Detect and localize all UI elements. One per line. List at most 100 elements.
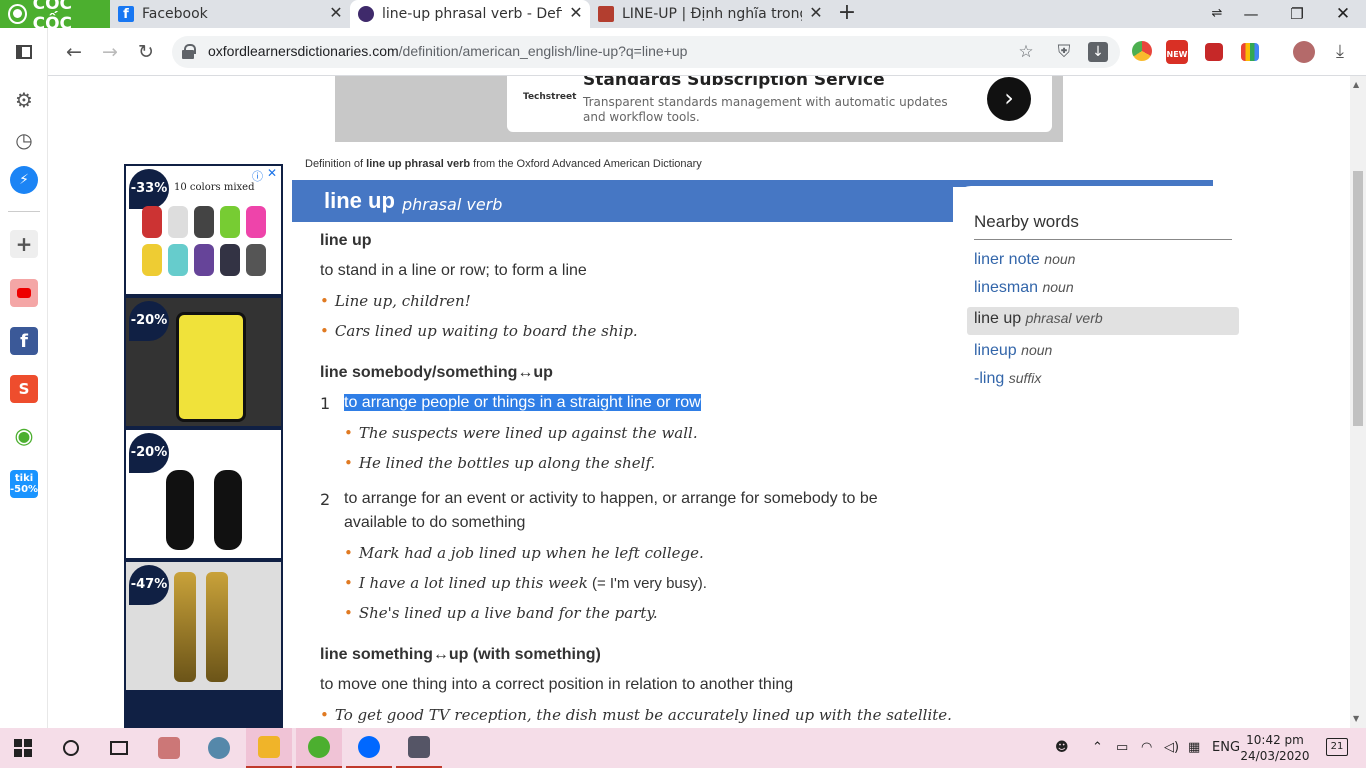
part-of-speech: phrasal verb	[402, 195, 503, 214]
zalo-icon	[358, 736, 380, 758]
divider	[974, 239, 1232, 240]
scroll-down-icon[interactable]: ▼	[1353, 714, 1359, 723]
top-banner-ad[interactable]: Techstreet Standards Subscription Servic…	[335, 76, 1063, 142]
app-icon	[408, 736, 430, 758]
back-button[interactable]: ←	[62, 40, 86, 64]
people-icon[interactable]: ☻	[1055, 740, 1069, 755]
wifi-icon[interactable]: ◠	[1141, 740, 1152, 755]
sense-heading: line up	[320, 232, 372, 249]
discount-badge: -20%	[129, 301, 169, 341]
keyboard-icon[interactable]: ▦	[1188, 740, 1200, 755]
ad-close-icon[interactable]: ✕	[267, 166, 277, 180]
task-view-button[interactable]	[96, 728, 142, 768]
nearby-word-current[interactable]: line up phrasal verb	[974, 310, 1103, 328]
battery-icon[interactable]: ▭	[1116, 740, 1128, 755]
taskbar-app-2[interactable]	[196, 728, 242, 768]
clock-time: 10:42 pm	[1246, 733, 1304, 747]
definition: to move one thing into a correct positio…	[320, 676, 794, 693]
windows-logo-icon	[14, 739, 32, 757]
restore-button[interactable]: ❐	[1274, 0, 1320, 28]
youtube-icon[interactable]	[10, 279, 38, 307]
bookmark-star-icon[interactable]: ☆	[1016, 42, 1036, 62]
page-scrollbar[interactable]: ▲ ▼	[1350, 76, 1366, 728]
settings-gear-icon[interactable]: ⚙	[10, 86, 38, 114]
start-button[interactable]	[0, 728, 46, 768]
new-extension-icon[interactable]: NEW	[1166, 40, 1188, 64]
address-bar[interactable]: oxfordlearnersdictionaries.com/definitio…	[172, 36, 1120, 68]
notification-center-icon[interactable]: 21	[1326, 738, 1348, 756]
lock-icon	[182, 44, 196, 59]
nearby-word-link[interactable]: liner note noun	[974, 251, 1075, 269]
product-image	[214, 470, 242, 550]
coccoc-logo-icon	[8, 4, 27, 24]
file-explorer-button[interactable]	[246, 728, 292, 768]
profile-avatar[interactable]	[1293, 41, 1315, 63]
language-indicator[interactable]: ENG	[1212, 740, 1240, 755]
ad-info-icon[interactable]: ⓘ	[252, 168, 263, 184]
ad-product-rca-connectors[interactable]: -47%	[126, 562, 281, 690]
system-clock[interactable]: 10:42 pm 24/03/2020	[1240, 732, 1310, 764]
chrome-extension-icon[interactable]	[1132, 41, 1152, 61]
taskbar-app-1[interactable]	[146, 728, 192, 768]
banner-title: Standards Subscription Service	[583, 76, 885, 90]
facebook-sidebar-icon[interactable]: f	[10, 327, 38, 355]
scroll-thumb[interactable]	[1353, 171, 1363, 426]
close-tab-icon[interactable]: ✕	[568, 5, 584, 21]
navigation-bar: ← → ↻ oxfordlearnersdictionaries.com/def…	[0, 28, 1366, 76]
tab-oxford[interactable]: line-up phrasal verb - Definiti ✕	[350, 0, 590, 28]
banner-description: Transparent standards management with au…	[583, 95, 948, 124]
url-text[interactable]: oxfordlearnersdictionaries.com/definitio…	[208, 43, 687, 59]
tiki-icon[interactable]: tiki -50%	[10, 470, 38, 498]
discount-badge: -20%	[129, 433, 169, 473]
scroll-up-icon[interactable]: ▲	[1353, 80, 1359, 89]
shopee-icon[interactable]: S	[10, 375, 38, 403]
chevron-up-icon[interactable]: ⌃	[1092, 740, 1103, 755]
ad-product-screen-protector[interactable]: -20%	[126, 298, 281, 426]
ad-product-earbud-covers[interactable]: -33% 10 colors mixed ⓘ ✕	[126, 166, 281, 294]
minimize-button[interactable]: —	[1228, 0, 1274, 28]
tab-facebook[interactable]: f Facebook ✕	[110, 0, 350, 28]
coccoc-menu-button[interactable]: CỐC CỐC	[0, 0, 110, 34]
zalo-button[interactable]	[346, 728, 392, 768]
example: • The suspects were lined up against the …	[344, 424, 698, 442]
side-ad[interactable]: -33% 10 colors mixed ⓘ ✕ -20% -20% -47%	[124, 164, 283, 728]
close-tab-icon[interactable]: ✕	[328, 5, 344, 21]
volume-icon[interactable]: ◁)	[1164, 740, 1179, 755]
new-tab-button[interactable]: +	[836, 2, 858, 26]
downloads-icon[interactable]: ⤓	[1328, 40, 1352, 64]
close-window-button[interactable]: ✕	[1320, 0, 1366, 28]
history-icon[interactable]: ◷	[10, 126, 38, 154]
shield-icon[interactable]: ⛨	[1054, 42, 1074, 62]
sidebar-toggle[interactable]	[0, 28, 48, 76]
folder-icon	[258, 736, 280, 758]
banner-card[interactable]: Techstreet Standards Subscription Servic…	[507, 76, 1052, 132]
coccoc-sidebar-icon[interactable]: ◉	[10, 422, 38, 450]
definition-source: Definition of line up phrasal verb from …	[305, 158, 702, 170]
search-button[interactable]	[48, 728, 94, 768]
add-app-icon[interactable]: +	[10, 230, 38, 258]
nearby-word-link[interactable]: lineup noun	[974, 342, 1052, 360]
tab-bar: CỐC CỐC f Facebook ✕ line-up phrasal ver…	[0, 0, 1366, 34]
selected-text[interactable]: to arrange people or things in a straigh…	[344, 394, 701, 411]
forward-button[interactable]: →	[98, 40, 122, 64]
web-page: Techstreet Standards Subscription Servic…	[48, 76, 1350, 728]
download-icon[interactable]: ↓	[1088, 42, 1108, 62]
nearby-word-link[interactable]: linesman noun	[974, 279, 1074, 297]
definition: to arrange people or things in a straigh…	[344, 394, 701, 412]
ad-product-wireless-transmitter[interactable]: -20%	[126, 430, 281, 558]
chevron-right-icon[interactable]: ›	[987, 77, 1031, 121]
red-extension-icon[interactable]	[1205, 43, 1223, 61]
messenger-icon[interactable]: ⚡	[10, 166, 38, 194]
discount-badge: -33%	[129, 169, 169, 209]
product-image	[142, 206, 266, 238]
color-extension-icon[interactable]	[1241, 43, 1259, 61]
coccoc-taskbar-button[interactable]	[296, 728, 342, 768]
cambridge-shield-icon	[598, 6, 614, 22]
close-tab-icon[interactable]: ✕	[808, 5, 824, 21]
nearby-title: Nearby words	[974, 212, 1079, 231]
taskbar-app-3[interactable]	[396, 728, 442, 768]
reload-button[interactable]: ↻	[134, 40, 158, 64]
example: • Line up, children!	[320, 292, 471, 310]
tab-cambridge[interactable]: LINE-UP | Định nghĩa trong Ti ✕	[590, 0, 830, 28]
nearby-word-link[interactable]: -ling suffix	[974, 370, 1041, 388]
